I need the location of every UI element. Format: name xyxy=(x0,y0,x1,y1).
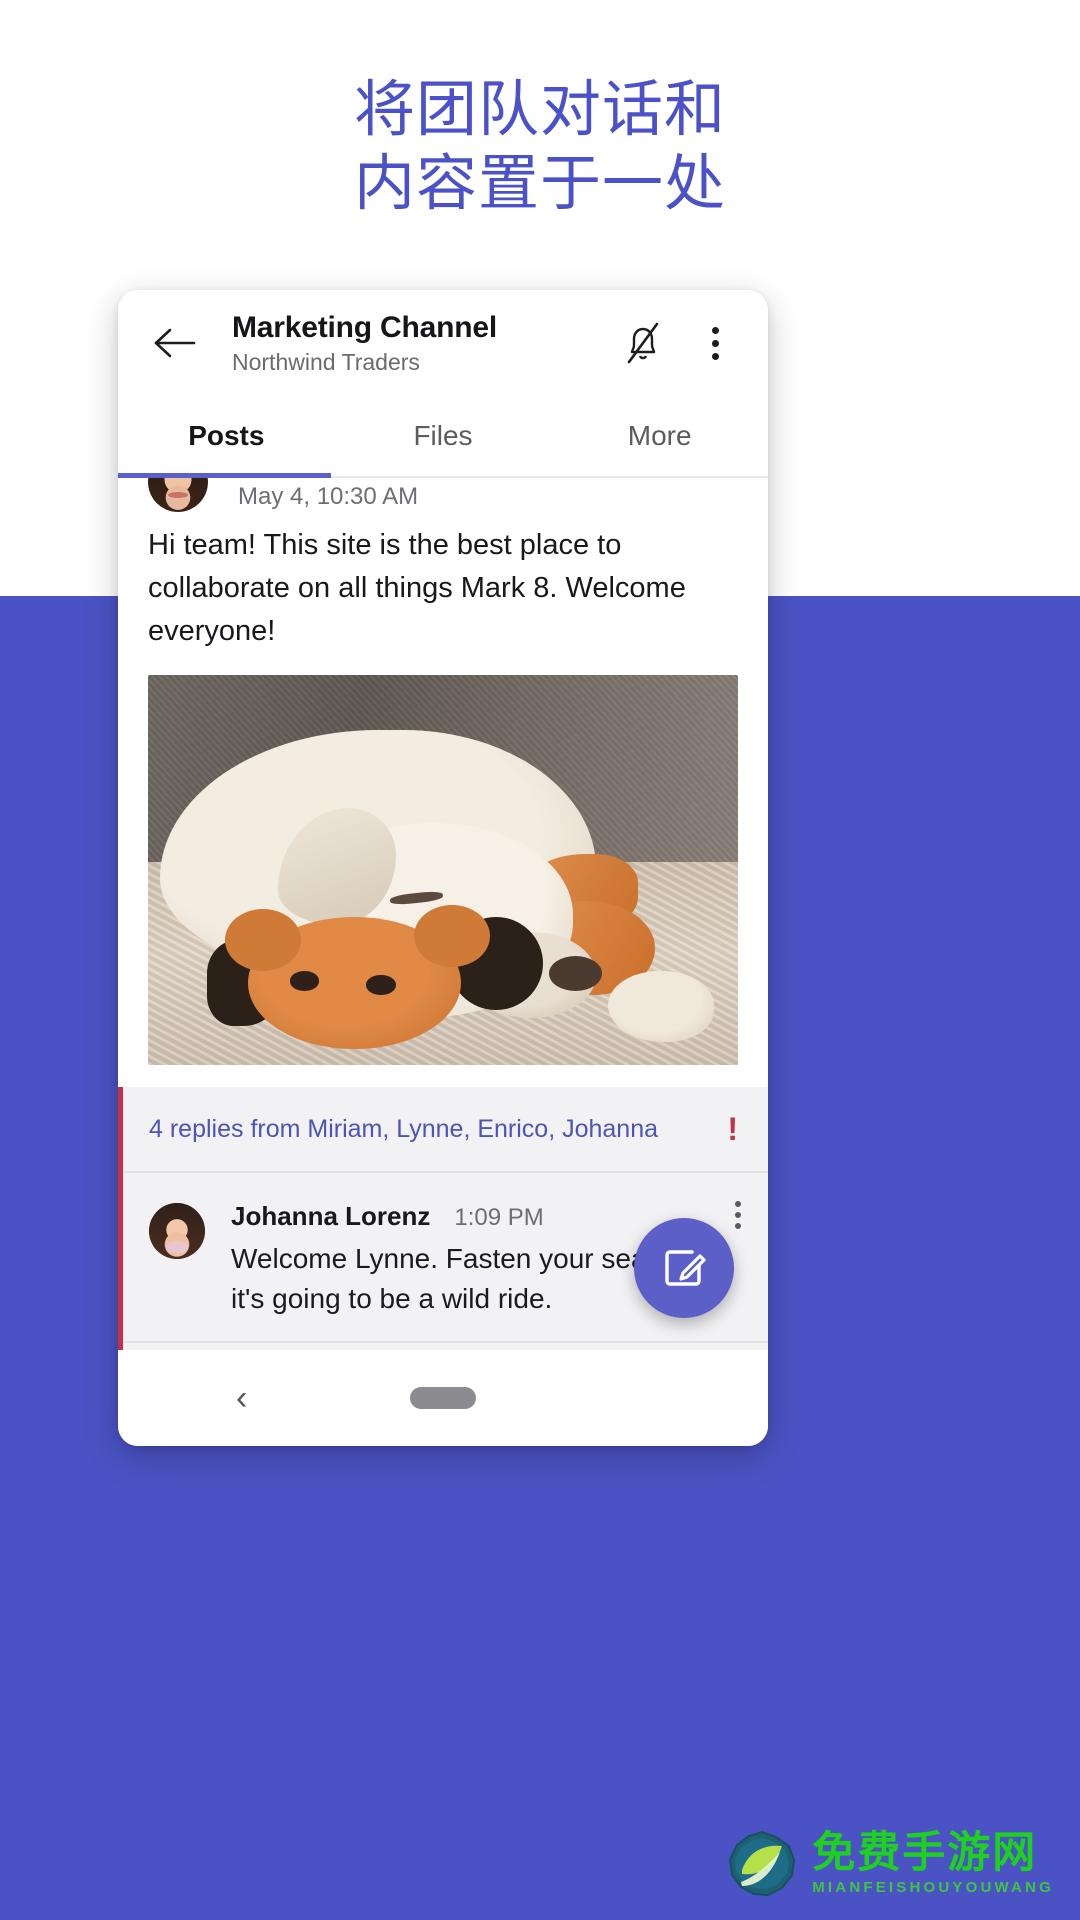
headline-line-2: 内容置于一处 xyxy=(0,146,1080,220)
tab-files[interactable]: Files xyxy=(335,395,552,477)
chevron-left-icon[interactable]: ‹ xyxy=(236,1381,247,1415)
channel-title: Marketing Channel xyxy=(232,310,618,346)
watermark-chinese: 免费手游网 xyxy=(812,1829,1054,1877)
reply-author-avatar xyxy=(149,1203,205,1259)
mute-notifications-button[interactable] xyxy=(618,318,668,368)
team-subtitle: Northwind Traders xyxy=(232,347,618,377)
bell-off-icon xyxy=(620,319,666,367)
more-vertical-icon xyxy=(711,327,719,360)
site-watermark: 免费手游网 MIANFEISHOUYOUWANG xyxy=(728,1829,1054,1898)
headline-line-1: 将团队对话和 xyxy=(0,72,1080,146)
post-message-text: Hi team! This site is the best place to … xyxy=(118,512,768,653)
app-header: Marketing Channel Northwind Traders xyxy=(118,290,768,396)
app-promo-screenshot: 将团队对话和 内容置于一处 Marketing Channel Northwin… xyxy=(0,0,1080,1920)
home-indicator[interactable] xyxy=(410,1387,476,1409)
channel-overflow-button[interactable] xyxy=(690,318,740,368)
reply-author-name: Johanna Lorenz xyxy=(231,1199,430,1233)
header-titles: Marketing Channel Northwind Traders xyxy=(232,310,618,377)
channel-tabs: Posts Files More xyxy=(118,396,768,478)
reply-timestamp: 1:09 PM xyxy=(454,1201,543,1235)
leaf-wave-badge-icon xyxy=(728,1830,796,1898)
post-timestamp: May 4, 10:30 AM xyxy=(238,482,418,512)
compose-edit-icon xyxy=(659,1243,709,1293)
post-meta-row: May 4, 10:30 AM xyxy=(118,478,768,512)
phone-mockup: Marketing Channel Northwind Traders xyxy=(118,290,768,1446)
tab-more[interactable]: More xyxy=(551,395,768,477)
reply-button[interactable]: Reply xyxy=(123,1343,768,1350)
replies-summary-row[interactable]: 4 replies from Miriam, Lynne, Enrico, Jo… xyxy=(123,1087,768,1173)
page-title: 将团队对话和 内容置于一处 xyxy=(0,72,1080,220)
watermark-pinyin: MIANFEISHOUYOUWANG xyxy=(812,1878,1054,1898)
replies-summary-label: 4 replies from Miriam, Lynne, Enrico, Jo… xyxy=(149,1113,658,1145)
watermark-text: 免费手游网 MIANFEISHOUYOUWANG xyxy=(812,1829,1054,1898)
reply-overflow-button[interactable] xyxy=(734,1201,742,1229)
arrow-left-icon xyxy=(153,326,197,360)
post-author-avatar xyxy=(148,478,208,512)
compose-message-button[interactable] xyxy=(634,1218,734,1318)
tab-posts[interactable]: Posts xyxy=(118,395,335,477)
post-attached-image[interactable] xyxy=(148,675,738,1065)
header-actions xyxy=(618,318,740,368)
urgent-icon: ! xyxy=(727,1113,738,1145)
back-button[interactable] xyxy=(148,316,202,370)
system-navigation-bar: ‹ xyxy=(118,1350,768,1446)
